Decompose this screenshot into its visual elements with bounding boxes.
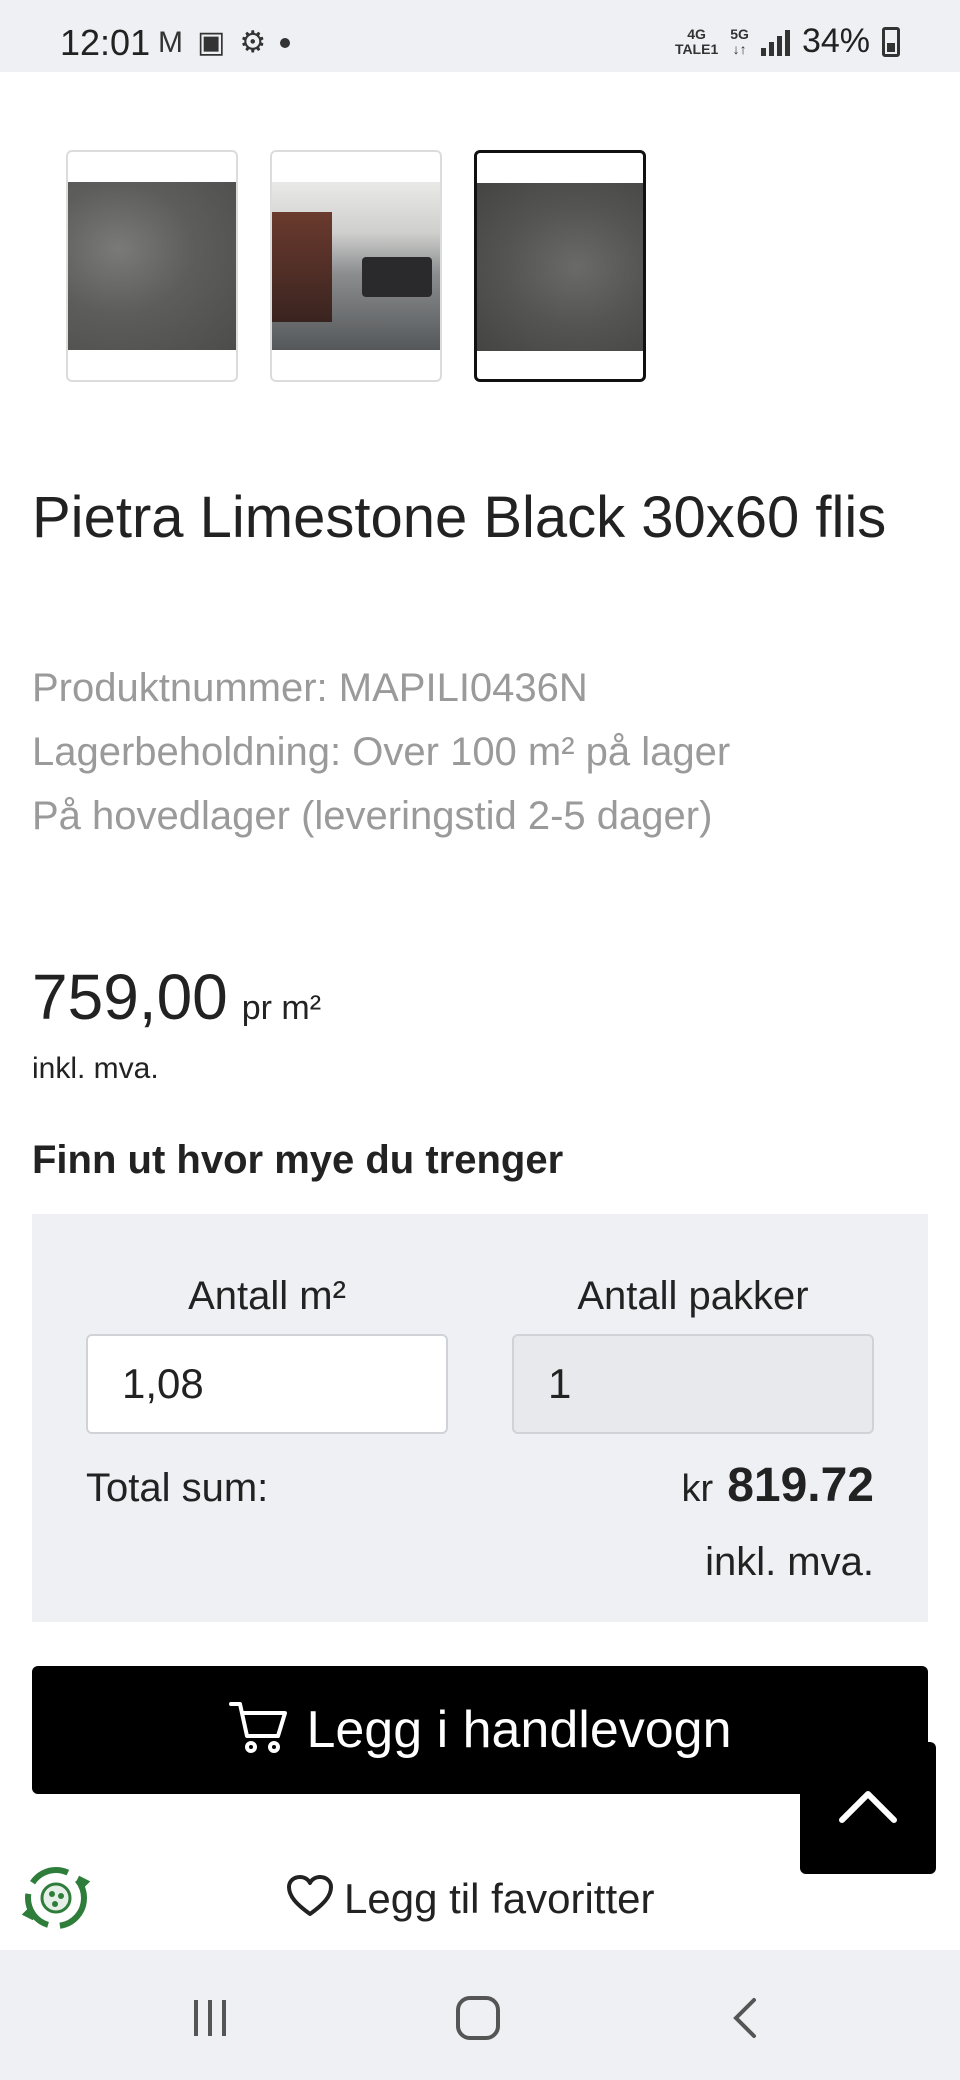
status-notification-icons: M ▣ ⚙ (158, 26, 291, 59)
network-4g-icon: 4G TALE1 (674, 25, 719, 57)
product-title: Pietra Limestone Black 30x60 flis (32, 485, 887, 550)
add-to-favorites-button[interactable]: Legg til favoritter (286, 1874, 655, 1923)
gmail-icon: M (158, 26, 183, 59)
add-to-cart-button[interactable]: Legg i handlevogn (32, 1666, 928, 1794)
battery-icon (882, 26, 900, 57)
calculator-heading: Finn ut hvor mye du trenger (32, 1138, 564, 1182)
home-button[interactable] (448, 1988, 508, 2048)
gallery-icon: ▣ (197, 26, 226, 59)
image-thumbnails (66, 150, 646, 382)
thumbnail-room-scene[interactable] (270, 150, 442, 382)
system-navigation-bar (0, 1950, 960, 2080)
total-currency: kr (681, 1468, 714, 1510)
price-unit: pr m² (241, 989, 322, 1027)
scroll-to-top-button[interactable] (800, 1742, 936, 1874)
more-notifications-icon (280, 38, 291, 48)
area-label: Antall m² (188, 1274, 346, 1318)
status-system-icons: 4G TALE1 5G ↓↑ 34% (675, 22, 900, 61)
price-value: 759,00 (32, 961, 228, 1033)
total-sum-value: 819.72 (727, 1459, 874, 1512)
add-to-cart-label: Legg i handlevogn (306, 1701, 732, 1759)
settings-icon: ⚙ (239, 26, 267, 59)
stock-status: Lagerbeholdning: Over 100 m² på lager (32, 730, 731, 774)
thumbnail-stone-texture-selected[interactable] (474, 150, 646, 382)
thumbnail-image (68, 182, 236, 350)
shopping-cart-icon (228, 1700, 290, 1761)
packs-label: Antall pakker (577, 1274, 809, 1318)
chevron-up-icon (836, 1786, 900, 1831)
back-button[interactable] (716, 1988, 776, 2048)
back-chevron-icon (733, 1998, 756, 2038)
heart-icon (286, 1874, 334, 1923)
status-bar: 12:01 M ▣ ⚙ 4G TALE1 5G ↓↑ 34% (0, 0, 960, 72)
total-sum: kr 819.72 (682, 1458, 874, 1513)
product-price: 759,00 pr m² (32, 960, 321, 1034)
price-vat-note: inkl. mva. (32, 1052, 159, 1085)
packs-input[interactable]: 1 (512, 1334, 874, 1434)
warehouse-info: På hovedlager (leveringstid 2-5 dager) (32, 794, 713, 838)
recent-apps-icon (194, 2000, 226, 2036)
product-number: Produktnummer: MAPILI0436N (32, 666, 588, 710)
thumbnail-stone-texture[interactable] (66, 150, 238, 382)
area-input[interactable]: 1,08 (86, 1334, 448, 1434)
signal-strength-icon (760, 28, 790, 56)
recycle-icon[interactable] (16, 1858, 96, 1938)
total-vat-note: inkl. mva. (705, 1540, 874, 1584)
thumbnail-image (477, 183, 643, 351)
recent-apps-button[interactable] (180, 1988, 240, 2048)
network-5g-icon: 5G ↓↑ (730, 25, 749, 57)
product-info: Produktnummer: MAPILI0436N Lagerbeholdni… (32, 656, 730, 848)
quantity-calculator: Antall m² Antall pakker 1,08 1 Total sum… (32, 1214, 928, 1622)
add-to-favorites-label: Legg til favoritter (344, 1874, 655, 1922)
total-sum-label: Total sum: (86, 1466, 269, 1510)
status-time: 12:01 (60, 22, 151, 63)
battery-percentage: 34% (801, 22, 870, 60)
home-icon (456, 1996, 500, 2040)
thumbnail-image (272, 182, 440, 350)
